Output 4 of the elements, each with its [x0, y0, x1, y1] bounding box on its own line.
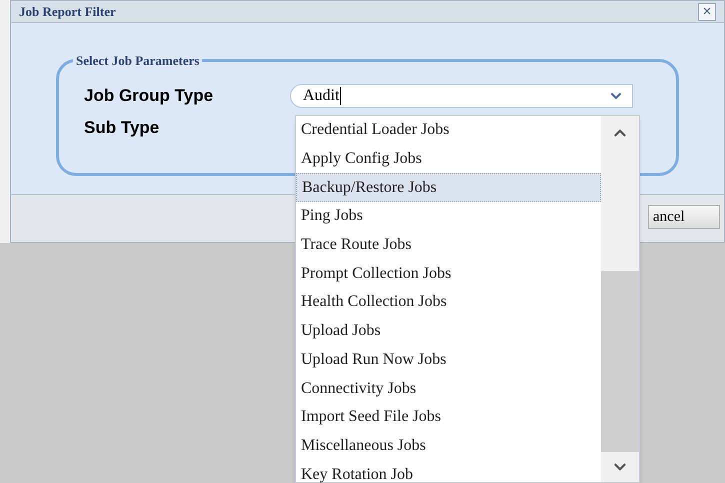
- field-label: Job Group Type: [84, 85, 214, 108]
- field-label: Sub Type: [84, 117, 160, 140]
- combo-value: Audit: [303, 87, 342, 105]
- window-title: Job Report Filter: [19, 2, 116, 21]
